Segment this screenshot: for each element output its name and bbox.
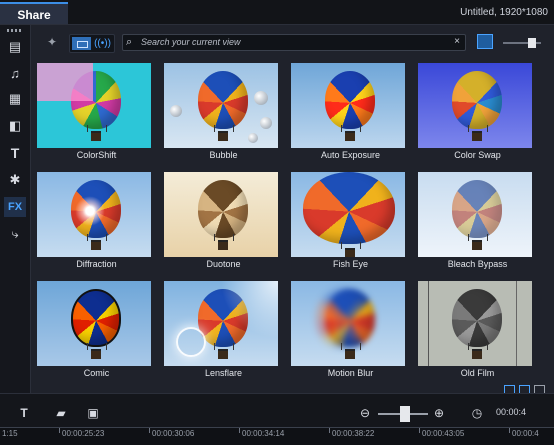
ruler-tick: 00:00:38:22 (328, 428, 375, 438)
transition-icon[interactable]: ◧ (4, 116, 26, 136)
timecode: 00:00:4 (496, 407, 527, 417)
effect-label: Color Swap (454, 150, 501, 160)
fx-icon[interactable]: FX (4, 197, 26, 217)
zoom-slider-thumb[interactable] (400, 406, 410, 422)
path-icon[interactable]: ⤷ (4, 224, 26, 244)
audio-icon[interactable]: ♫ (4, 63, 26, 83)
effect-label: Bleach Bypass (447, 259, 508, 269)
effect-thumbnail (164, 172, 278, 257)
effect-tile[interactable]: Bubble (160, 58, 287, 167)
effect-thumbnail (291, 63, 405, 148)
effect-thumbnail (164, 63, 278, 148)
tab-share[interactable]: Share (0, 2, 68, 24)
effect-tile[interactable]: Duotone (160, 167, 287, 276)
title-3d-icon[interactable]: T (14, 404, 34, 422)
effect-tile[interactable]: Lensflare (160, 276, 287, 385)
effect-tile[interactable]: Comic (33, 276, 160, 385)
search-icon: ⌕ (126, 36, 133, 48)
effect-tile[interactable]: Auto Exposure (287, 58, 414, 167)
effect-thumbnail (418, 281, 532, 366)
effect-thumbnail (37, 63, 151, 148)
graphics-icon[interactable]: ✱ (4, 170, 26, 190)
effect-label: Diffraction (76, 259, 117, 269)
media-icon[interactable]: ▤ (4, 37, 26, 57)
effect-thumbnail (164, 281, 278, 366)
add-star-icon[interactable]: ✦ (43, 34, 61, 50)
title-icon[interactable]: T (4, 143, 26, 163)
timeline-area: T ▰ ▣ ⊖ ⊕ ◷ 00:00:4 1:15 00:00:25:23 00:… (0, 393, 554, 445)
library-sidebar: ▤ ♫ ▦ ◧ T ✱ FX ⤷ (0, 25, 31, 393)
effect-label: Duotone (206, 259, 241, 269)
effects-library-panel: ✦ ((•)) ⌕ Search your current view × Col… (31, 25, 554, 394)
effect-label: Comic (83, 368, 110, 378)
thumbnail-view-button[interactable] (477, 34, 493, 49)
library-toolbar: ✦ ((•)) ⌕ Search your current view × (31, 31, 554, 55)
effect-thumbnail (418, 63, 532, 148)
view-toggle[interactable]: ((•)) (69, 34, 115, 53)
timeline-ruler[interactable]: 1:15 00:00:25:23 00:00:30:06 00:00:34:14… (0, 427, 554, 445)
edit-clip-icon[interactable]: ▰ (52, 404, 70, 422)
instant-project-icon[interactable]: ▦ (4, 89, 26, 109)
effect-label: Bubble (209, 150, 238, 160)
thumbnail-size-slider-thumb[interactable] (528, 38, 536, 48)
video-view-icon[interactable] (72, 37, 91, 50)
ruler-tick: 00:00:34:14 (238, 428, 285, 438)
zoom-out-icon[interactable]: ⊖ (358, 404, 372, 422)
effect-label: Auto Exposure (320, 150, 381, 160)
track-manager-icon[interactable]: ▣ (84, 404, 102, 422)
effect-label: ColorShift (76, 150, 117, 160)
ruler-tick: 00:00:30:06 (148, 428, 195, 438)
effect-label: Old Film (460, 368, 495, 378)
timeline-toolbar: T ▰ ▣ ⊖ ⊕ ◷ 00:00:4 (0, 404, 554, 424)
project-info: Untitled, 1920*1080 (460, 7, 548, 18)
search-box[interactable]: ⌕ Search your current view × (122, 34, 466, 51)
effects-grid: ColorShift Bubble Auto Exposure Color Sw… (33, 58, 542, 383)
effect-label: Lensflare (204, 368, 243, 378)
clear-search-icon[interactable]: × (454, 36, 460, 47)
ruler-tick: 00:00:43:05 (418, 428, 465, 438)
audio-view-icon[interactable]: ((•)) (93, 36, 112, 51)
effect-label: Motion Blur (327, 368, 374, 378)
effect-tile[interactable]: ColorShift (33, 58, 160, 167)
effect-thumbnail (37, 172, 151, 257)
drag-handle-icon[interactable] (7, 29, 23, 32)
clock-icon: ◷ (471, 406, 483, 420)
effect-tile[interactable]: Fish Eye (287, 167, 414, 276)
effect-tile[interactable]: Motion Blur (287, 276, 414, 385)
effect-thumbnail (291, 172, 405, 257)
effect-tile[interactable]: Color Swap (414, 58, 541, 167)
effect-thumbnail (418, 172, 532, 257)
effect-thumbnail (291, 281, 405, 366)
effect-thumbnail (37, 281, 151, 366)
effect-tile[interactable]: Old Film (414, 276, 541, 385)
title-bar: Share Untitled, 1920*1080 (0, 0, 554, 25)
search-input[interactable]: Search your current view (141, 37, 241, 47)
zoom-in-icon[interactable]: ⊕ (432, 404, 446, 422)
effect-tile[interactable]: Diffraction (33, 167, 160, 276)
effect-label: Fish Eye (332, 259, 368, 269)
ruler-tick: 1:15 (0, 428, 18, 438)
effect-tile[interactable]: Bleach Bypass (414, 167, 541, 276)
ruler-tick: 00:00:4 (509, 428, 539, 438)
ruler-tick: 00:00:25:23 (58, 428, 105, 438)
